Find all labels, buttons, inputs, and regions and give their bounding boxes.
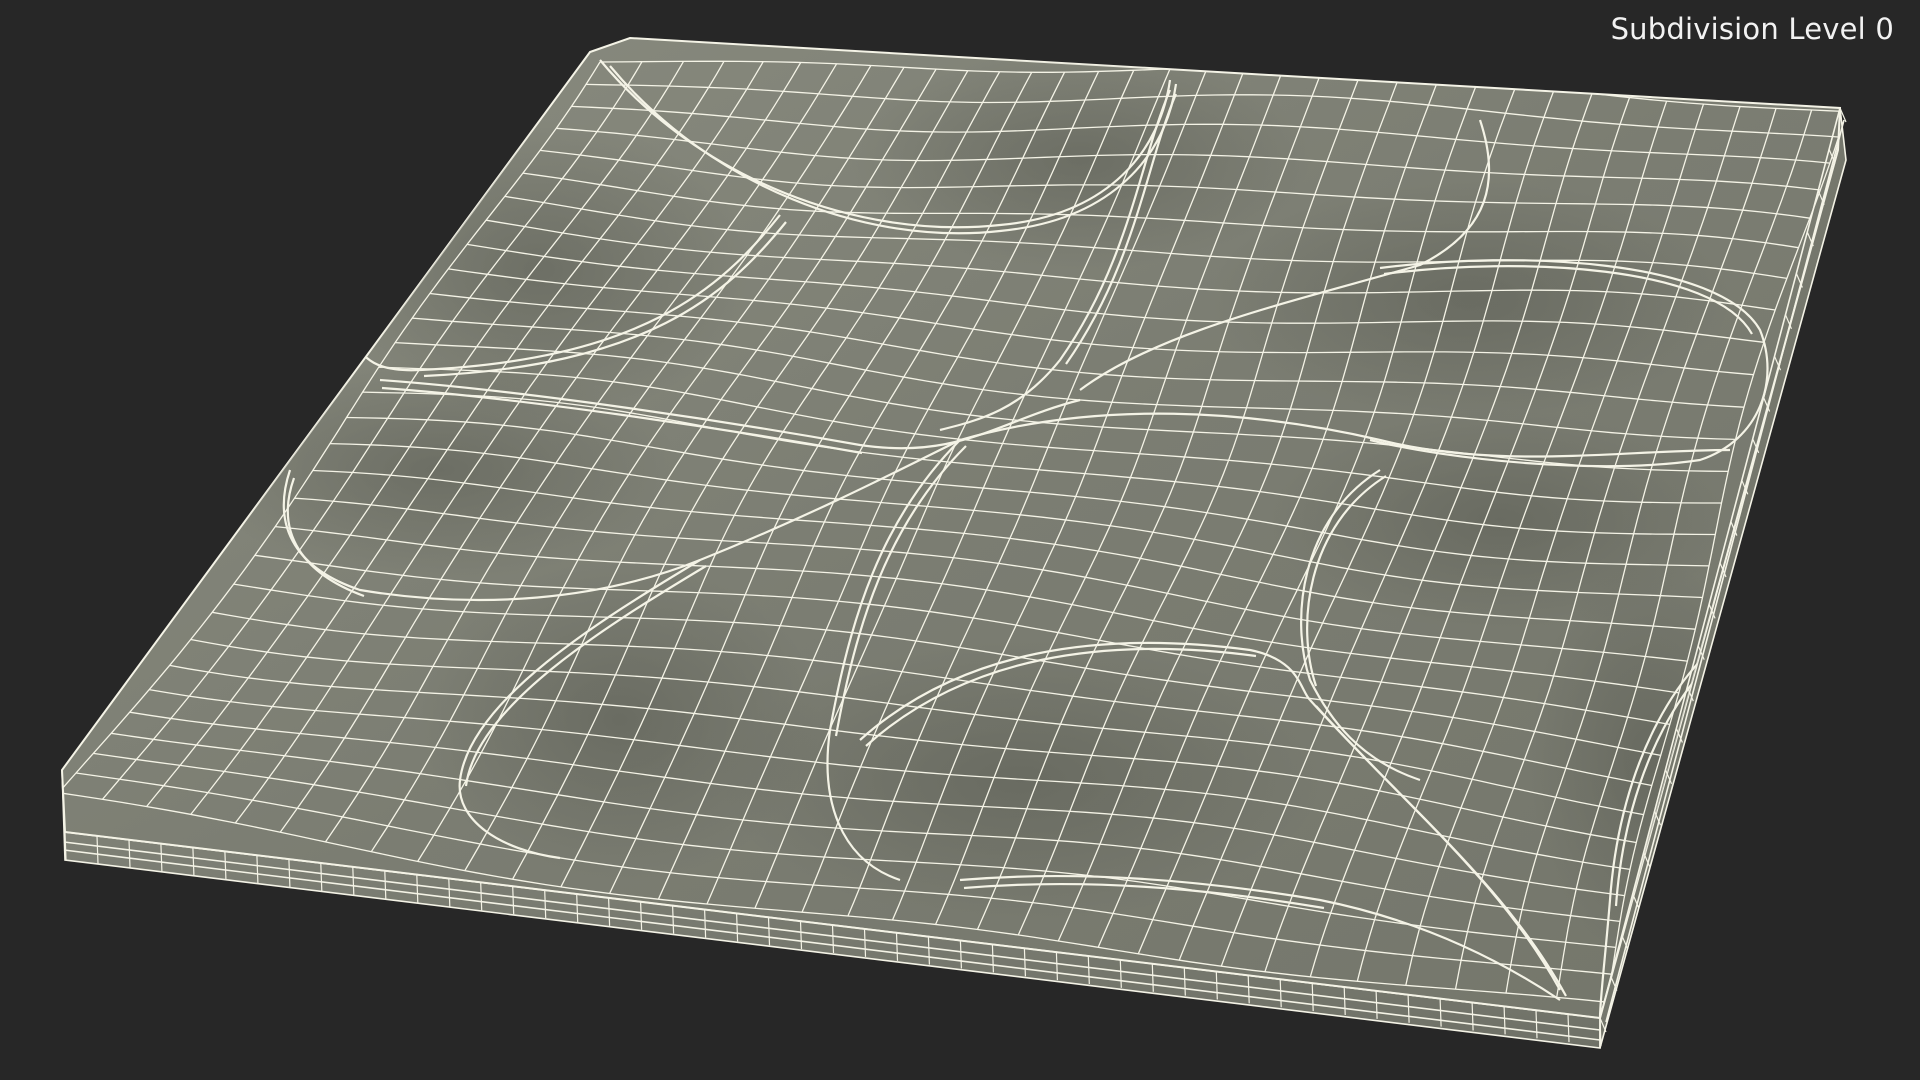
render-viewport[interactable]: Subdivision Level 0 [0, 0, 1920, 1080]
wireframe-tile-render [60, 36, 1847, 1049]
subdivision-level-label: Subdivision Level 0 [1610, 12, 1894, 46]
